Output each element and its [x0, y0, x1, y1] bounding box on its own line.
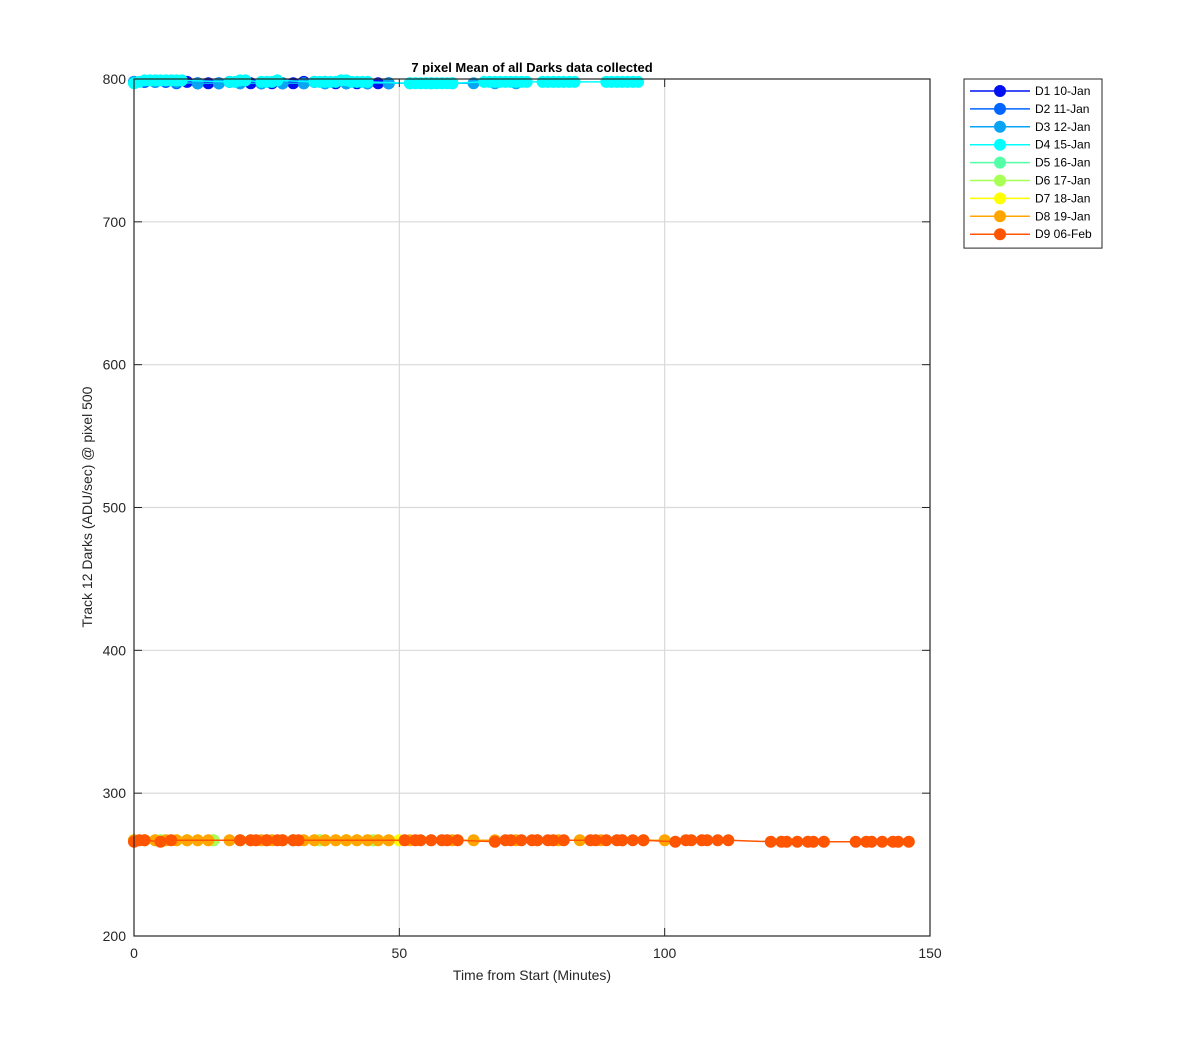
- y-tick-label: 300: [103, 785, 127, 801]
- x-tick-label: 100: [653, 945, 677, 961]
- data-point: [292, 834, 305, 847]
- data-point: [276, 834, 289, 847]
- data-point: [398, 834, 411, 847]
- data-point: [637, 834, 650, 847]
- data-point: [669, 835, 682, 848]
- legend-label: D3 12-Jan: [1035, 120, 1090, 134]
- x-axis-label: Time from Start (Minutes): [453, 967, 611, 983]
- chart: 0 50 100 150 200 300 400 500 600 700 800 7 pixel M…: [0, 0, 1200, 1050]
- data-point: [234, 834, 247, 847]
- data-point: [701, 834, 714, 847]
- legend-marker: [994, 120, 1006, 133]
- data-point: [271, 74, 284, 87]
- data-point: [807, 835, 820, 848]
- legend-label: D5 16-Jan: [1035, 156, 1090, 170]
- data-point: [154, 835, 167, 848]
- x-tick-label: 50: [392, 945, 408, 961]
- data-point: [557, 834, 570, 847]
- y-tick-label: 400: [103, 642, 127, 658]
- data-point: [441, 834, 454, 847]
- legend-marker: [994, 174, 1006, 187]
- data-point: [531, 834, 544, 847]
- legend-label: D4 15-Jan: [1035, 138, 1090, 152]
- data-point: [600, 834, 613, 847]
- data-point: [568, 75, 581, 88]
- legend-label: D8 19-Jan: [1035, 209, 1090, 223]
- data-point: [626, 834, 639, 847]
- legend: D1 10-Jan D2 11-Jan D3 12-Jan D4 15-Jan D5 1…: [963, 78, 1103, 249]
- data-point: [616, 834, 629, 847]
- legend-label: D1 10-Jan: [1035, 84, 1090, 98]
- data-point: [138, 834, 151, 847]
- data-point: [451, 834, 464, 847]
- legend-marker: [994, 156, 1006, 169]
- legend-label: D7 18-Jan: [1035, 191, 1090, 205]
- legend-marker: [994, 228, 1006, 241]
- data-point: [902, 835, 915, 848]
- legend-label: D2 11-Jan: [1035, 102, 1089, 116]
- data-point: [780, 835, 793, 848]
- x-tick-label: 150: [918, 945, 942, 961]
- y-tick-label: 200: [103, 928, 127, 944]
- y-tick-label: 800: [103, 71, 127, 87]
- data-point: [722, 834, 735, 847]
- data-point: [239, 74, 252, 87]
- x-tick-label: 0: [130, 945, 138, 961]
- data-point: [515, 834, 528, 847]
- legend-label: D6 17-Jan: [1035, 174, 1090, 188]
- legend-label: D9 06-Feb: [1035, 227, 1092, 241]
- data-point: [876, 835, 889, 848]
- data-point: [361, 75, 374, 88]
- data-point: [632, 75, 645, 88]
- legend-marker: [994, 102, 1006, 115]
- legend-marker: [994, 138, 1006, 151]
- data-point: [250, 834, 263, 847]
- data-point: [589, 834, 602, 847]
- data-point: [488, 835, 501, 848]
- data-point: [547, 834, 560, 847]
- data-point: [504, 834, 517, 847]
- chart-title: 7 pixel Mean of all Darks data collected: [411, 60, 652, 75]
- data-point: [260, 834, 273, 847]
- y-tick-label: 600: [103, 357, 127, 373]
- data-point: [711, 834, 724, 847]
- y-tick-label: 700: [103, 214, 127, 230]
- data-point: [175, 74, 188, 87]
- legend-marker: [994, 210, 1006, 223]
- data-point: [817, 835, 830, 848]
- legend-marker: [994, 192, 1006, 205]
- data-point: [849, 835, 862, 848]
- data-point: [865, 835, 878, 848]
- data-point: [791, 835, 804, 848]
- y-tick-label: 500: [103, 500, 127, 516]
- data-point: [414, 834, 427, 847]
- legend-marker: [994, 85, 1006, 97]
- y-axis-label: Track 12 Darks (ADU/sec) @ pixel 500: [79, 386, 95, 627]
- data-point: [764, 835, 777, 848]
- data-point: [685, 834, 698, 847]
- data-point: [165, 834, 178, 847]
- data-point: [425, 834, 438, 847]
- data-point: [892, 835, 905, 848]
- data-point: [520, 75, 533, 88]
